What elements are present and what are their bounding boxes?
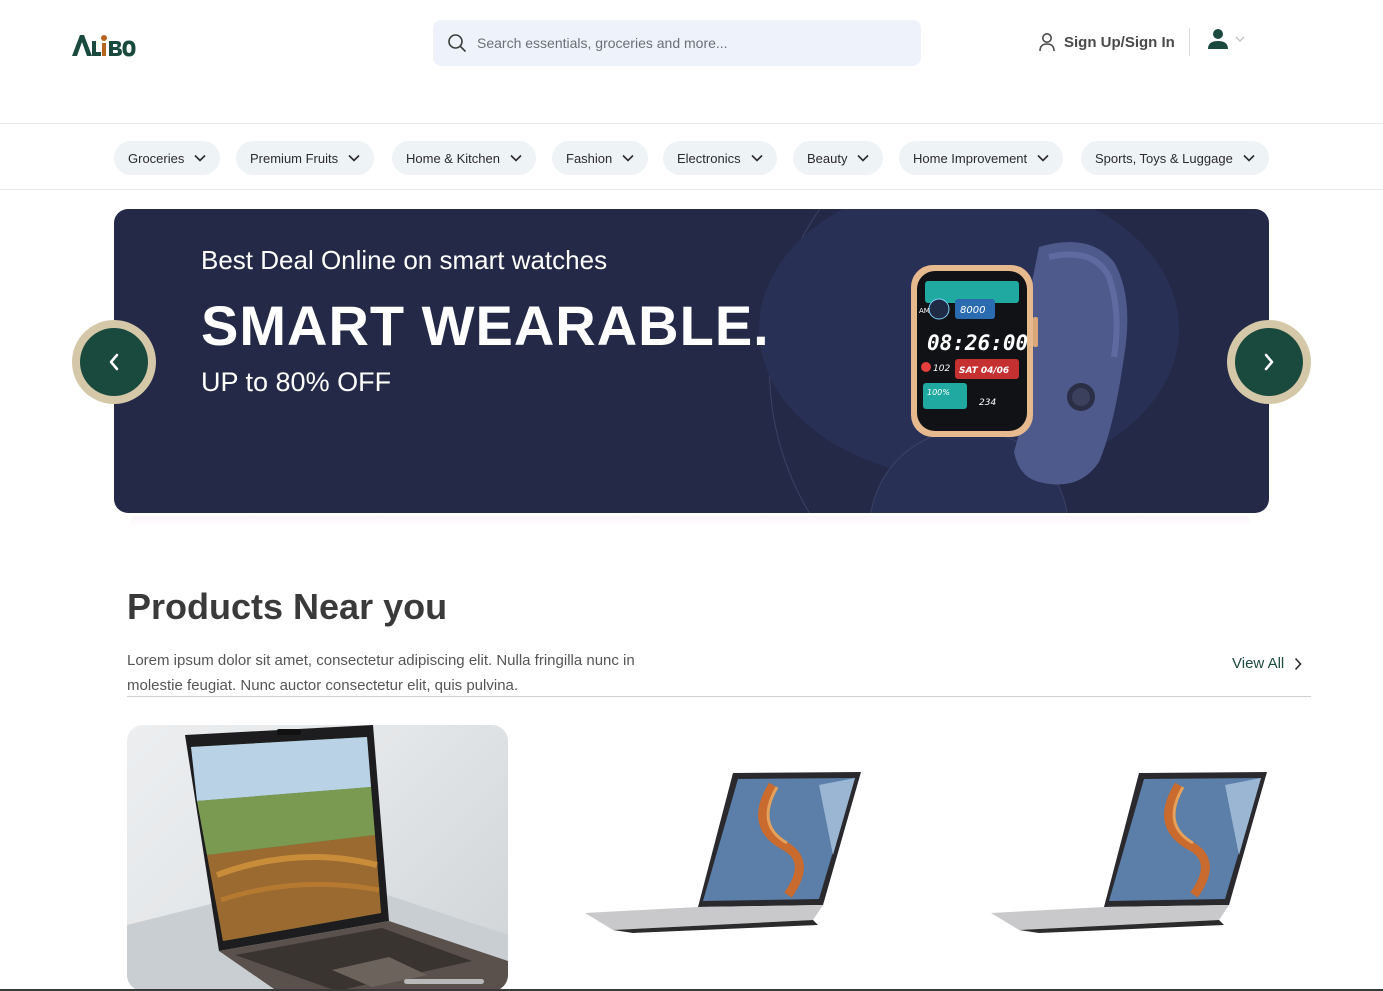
smartwatch-image: AM 8000 08:26:00 102 SAT 04/06 100% 234 [911,242,1128,485]
carousel-prev-button[interactable] [72,320,156,404]
user-filled-icon [1208,29,1228,49]
header-divider [1189,28,1190,56]
section-divider [127,696,1311,697]
chevron-down-icon [857,154,870,162]
product-card[interactable] [533,725,914,991]
category-nav: Groceries Premium Fruits Home & Kitchen … [0,124,1383,190]
chevron-right-icon [1264,353,1274,371]
carousel-prev-inner [80,328,148,396]
carousel-next-button[interactable] [1227,320,1311,404]
hero-subtitle: Best Deal Online on smart watches [201,245,608,275]
view-all-link[interactable]: View All [1232,655,1302,672]
hero-banner[interactable]: Best Deal Online on smart watches SMART … [114,209,1269,513]
chevron-down-icon [510,154,522,162]
watch-period: AM [919,307,930,315]
product-card[interactable] [127,725,508,991]
watch-heart: 102 [933,364,950,374]
category-beauty[interactable]: Beauty [793,141,884,175]
category-label: Electronics [677,150,741,166]
horizontal-scrollbar[interactable] [404,979,484,984]
signin-label: Sign Up/Sign In [1064,33,1175,51]
product-card[interactable] [939,725,1320,991]
chevron-down-icon [1037,154,1049,162]
category-label: Premium Fruits [250,150,339,166]
search-bar[interactable] [433,20,921,66]
category-home-kitchen[interactable]: Home & Kitchen [392,141,536,175]
carousel-next-inner [1235,328,1303,396]
chevron-down-icon [348,154,360,162]
watch-calories: 234 [979,398,996,408]
category-premium-fruits[interactable]: Premium Fruits [236,141,375,175]
laptop-image [127,725,508,991]
category-label: Groceries [128,150,185,166]
chevron-down-icon [622,154,634,162]
category-label: Sports, Toys & Luggage [1095,150,1233,166]
section-description: Lorem ipsum dolor sit amet, consectetur … [127,652,635,694]
chevron-down-icon [1243,154,1255,162]
laptop-image [991,772,1267,933]
user-outline-icon [1039,33,1055,52]
category-label: Beauty [807,150,848,166]
chevron-down-icon [1235,36,1245,42]
category-electronics[interactable]: Electronics [663,141,777,175]
view-all-label: View All [1232,655,1285,672]
watch-date: SAT 04/06 [959,366,1009,376]
laptop-image [585,772,861,933]
brand-logo[interactable] [70,32,136,60]
category-groceries[interactable]: Groceries [114,141,221,175]
search-input[interactable] [477,35,897,51]
account-menu[interactable] [1207,28,1245,50]
category-sports-toys-luggage[interactable]: Sports, Toys & Luggage [1081,141,1269,175]
section-title: Products Near you [127,586,448,627]
site-header: Sign Up/Sign In [0,0,1383,124]
alibo-logo-icon [72,35,136,57]
category-fashion[interactable]: Fashion [552,141,649,175]
category-label: Fashion [566,150,613,166]
hero-shadow [130,516,1250,526]
watch-time: 08:26:00 [927,331,1028,355]
hero-offer: UP to 80% OFF [201,367,392,397]
signin-link[interactable]: Sign Up/Sign In [1038,30,1175,54]
chevron-down-icon [751,154,763,162]
chevron-left-icon [109,353,119,371]
category-label: Home Improvement [913,150,1028,166]
hero-title: SMART WEARABLE. [201,294,770,357]
chevron-right-icon [1295,657,1302,670]
watch-steps: 8000 [960,305,985,316]
category-label: Home & Kitchen [406,150,500,166]
watch-battery: 100% [927,388,950,397]
chevron-down-icon [194,154,206,162]
search-icon [448,34,466,52]
category-home-improvement[interactable]: Home Improvement [899,141,1064,175]
